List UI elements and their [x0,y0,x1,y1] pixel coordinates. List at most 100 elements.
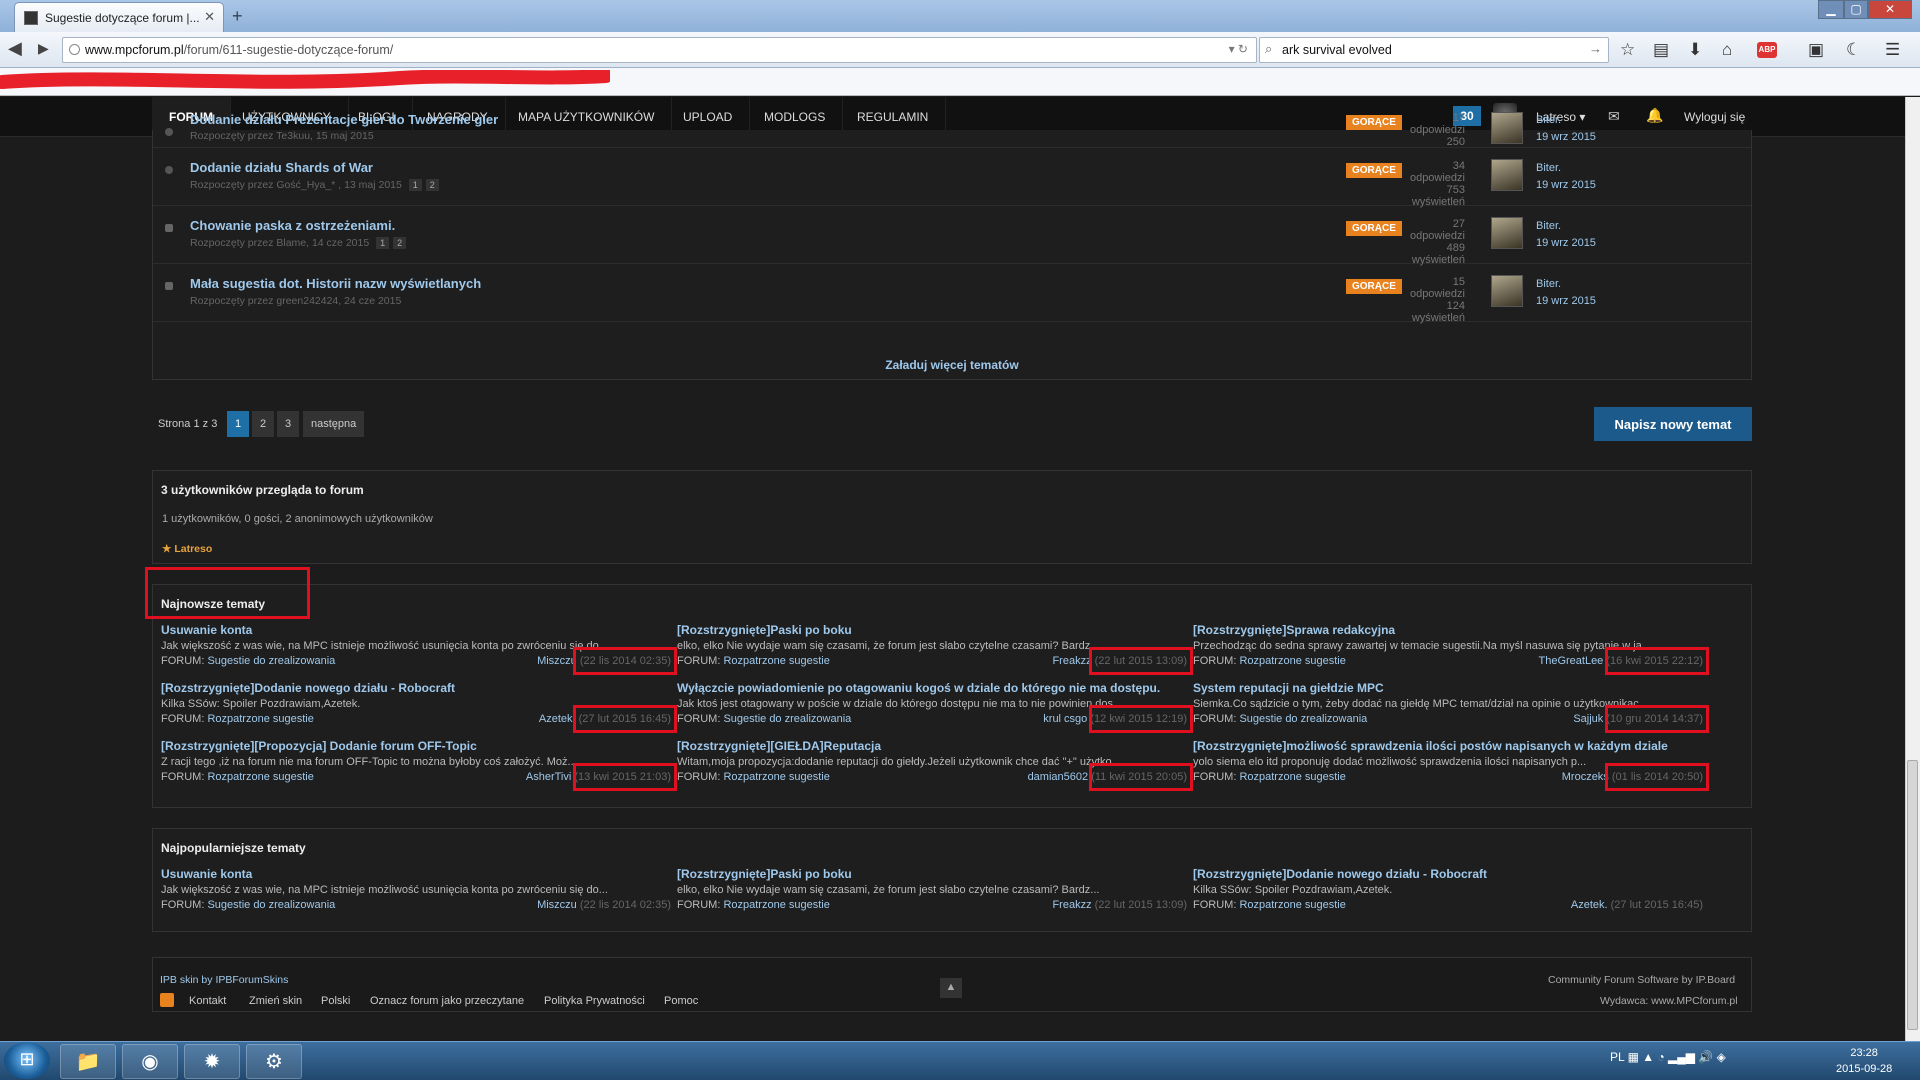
download-icon[interactable]: ⬇ [1688,40,1702,60]
topic-row[interactable]: Dodanie działu Shards of War Rozpoczęty … [153,148,1751,208]
page-link[interactable]: 2 [425,179,439,191]
rss-icon[interactable] [160,993,174,1007]
topic-preview[interactable]: [Rozstrzygnięte][GIEŁDA]Reputacja Witam,m… [677,739,1193,791]
url-bar[interactable]: www.mpcforum.pl/forum/611-sugestie-dotyc… [62,37,1257,63]
adblock-icon[interactable]: ABP [1757,42,1777,58]
last-poster-avatar[interactable] [1491,217,1523,249]
topic-row[interactable]: Mała sugestia dot. Historii nazw wyświet… [153,264,1751,324]
firefox-icon[interactable]: ◉ [122,1044,178,1079]
clock[interactable]: 23:28 2015-09-28 [1836,1045,1892,1077]
topic-preview-title[interactable]: [Rozstrzygnięte]Paski po boku [677,867,1187,881]
tab-close-icon[interactable]: ✕ [204,9,215,25]
search-bar[interactable]: ⌕ ark survival evolved → [1259,37,1609,63]
author-link[interactable]: Miszczu [537,655,577,667]
forum-link[interactable]: Sugestie do zrealizowania [207,899,335,911]
topic-preview-title[interactable]: [Rozstrzygnięte]Dodanie nowego działu - … [1193,867,1703,881]
footer-link-change-skin[interactable]: Zmień skin [249,995,302,1007]
last-post-date[interactable]: 19 wrz 2015 [1536,131,1596,143]
reload-icon[interactable]: ▾ ↻ [1229,42,1248,56]
next-page-button[interactable]: następna [303,411,365,437]
topic-preview[interactable]: [Rozstrzygnięte]Dodanie nowego działu - … [1193,867,1703,913]
system-tray[interactable]: PL ▦ ▲ ◔ ▂▄▆ 🔊 ◈ [1610,1050,1726,1064]
topic-preview-title[interactable]: [Rozstrzygnięte]Dodanie nowego działu - … [161,681,671,695]
page-link[interactable]: 2 [393,237,407,249]
topic-preview[interactable]: Wyłączcie powiadomienie po otagowaniu ko… [677,681,1193,733]
maximize-button[interactable]: ▢ [1844,0,1868,19]
last-poster-avatar[interactable] [1491,112,1523,144]
forum-link[interactable]: Sugestie do zrealizowania [723,713,851,725]
topic-preview-title[interactable]: Usuwanie konta [161,867,671,881]
last-poster-avatar[interactable] [1491,159,1523,191]
online-user-link[interactable]: ★ Latreso [162,543,212,555]
start-button[interactable]: ⊞ [4,1042,50,1079]
steam-icon[interactable]: ⚙ [246,1044,302,1079]
author-link[interactable]: Freakzz [1052,655,1091,667]
new-tab-button[interactable]: + [232,6,243,27]
last-poster[interactable]: Biter. [1536,162,1561,174]
topic-preview-title[interactable]: Wyłączcie powiadomienie po otagowaniu ko… [677,681,1187,695]
author-link[interactable]: TheGreatLee [1538,655,1603,667]
page-link[interactable]: 1 [408,179,422,191]
moon-icon[interactable]: ☾ [1846,40,1861,60]
topic-preview-title[interactable]: Usuwanie konta [161,623,671,637]
menu-icon[interactable]: ☰ [1885,40,1900,60]
topic-preview[interactable]: [Rozstrzygnięte]możliwość sprawdzenia il… [1193,739,1709,791]
footer-link-help[interactable]: Pomoc [664,995,698,1007]
forward-icon[interactable]: ▶ [38,40,49,57]
forum-link[interactable]: Rozpatrzone sugestie [723,899,829,911]
topic-preview-title[interactable]: [Rozstrzygnięte]Sprawa redakcyjna [1193,623,1703,637]
topic-preview-title[interactable]: System reputacji na giełdzie MPC [1193,681,1703,695]
load-more-topics-button[interactable]: Załaduj więcej tematów [152,348,1752,380]
topic-preview-title[interactable]: [Rozstrzygnięte][GIEŁDA]Reputacja [677,739,1187,753]
search-input[interactable]: ark survival evolved [1282,43,1392,57]
author-link[interactable]: Azetek. [539,713,576,725]
forum-link[interactable]: Rozpatrzone sugestie [1239,899,1345,911]
last-post-date[interactable]: 19 wrz 2015 [1536,295,1596,307]
topic-preview[interactable]: [Rozstrzygnięte]Paski po boku elko, elko … [677,623,1193,675]
topic-preview[interactable]: Usuwanie konta Jak większość z was wie, n… [161,623,677,675]
last-post-date[interactable]: 19 wrz 2015 [1536,237,1596,249]
last-poster[interactable]: Biter. [1536,114,1561,126]
author-link[interactable]: Freakzz [1052,899,1091,911]
author-link[interactable]: damian5602 [1028,771,1089,783]
language-indicator[interactable]: PL [1610,1050,1624,1064]
page-button-2[interactable]: 2 [252,411,274,437]
forum-link[interactable]: Sugestie do zrealizowania [207,655,335,667]
forum-link[interactable]: Sugestie do zrealizowania [1239,713,1367,725]
forum-link[interactable]: Rozpatrzone sugestie [1239,655,1345,667]
author-link[interactable]: Sajjuk [1573,713,1603,725]
back-icon[interactable]: ◀ [8,38,22,59]
forum-link[interactable]: Rozpatrzone sugestie [723,771,829,783]
close-window-button[interactable]: ✕ [1868,0,1912,19]
footer-link-privacy[interactable]: Polityka Prywatności [544,995,645,1007]
topic-preview-title[interactable]: [Rozstrzygnięte]Paski po boku [677,623,1187,637]
footer-link-language[interactable]: Polski [321,995,350,1007]
topic-preview[interactable]: [Rozstrzygnięte][Propozycja] Dodanie for… [161,739,677,791]
author-link[interactable]: Mroczeks [1562,771,1609,783]
extension-icon[interactable]: ▣ [1808,40,1824,60]
new-topic-button[interactable]: Napisz nowy temat [1594,407,1752,441]
scrollbar-thumb[interactable] [1907,760,1918,1030]
forum-link[interactable]: Rozpatrzone sugestie [207,713,313,725]
footer-link-mark-read[interactable]: Oznacz forum jako przeczytane [370,995,524,1007]
author-link[interactable]: Azetek. [1571,899,1608,911]
home-icon[interactable]: ⌂ [1722,40,1732,60]
topic-preview[interactable]: Usuwanie konta Jak większość z was wie, n… [161,867,671,913]
author-link[interactable]: Miszczu [537,899,577,911]
minimize-button[interactable]: ▁ [1818,0,1844,19]
topic-row[interactable]: Chowanie paska z ostrzeżeniami. Rozpoczę… [153,206,1751,266]
author-link[interactable]: krul csgo [1043,713,1087,725]
author-link[interactable]: AsherTivi [526,771,571,783]
topic-title[interactable]: Mała sugestia dot. Historii nazw wyświet… [190,276,481,291]
topic-preview[interactable]: [Rozstrzygnięte]Paski po boku elko, elko … [677,867,1187,913]
skin-credit-link[interactable]: IPB skin by IPBForumSkins [160,974,288,986]
software-credit[interactable]: Community Forum Software by IP.Board [1548,974,1735,986]
topic-title[interactable]: Dodanie działu Shards of War [190,160,373,175]
topic-preview-title[interactable]: [Rozstrzygnięte][Propozycja] Dodanie for… [161,739,671,753]
topic-preview[interactable]: System reputacji na giełdzie MPC Siemka.C… [1193,681,1709,733]
topic-preview[interactable]: [Rozstrzygnięte]Sprawa redakcyjna Przecho… [1193,623,1709,675]
topic-row[interactable]: Dodanie działu Prezentacje gier do Tworz… [153,112,1751,148]
forum-link[interactable]: Rozpatrzone sugestie [207,771,313,783]
last-poster-avatar[interactable] [1491,275,1523,307]
topic-preview-title[interactable]: [Rozstrzygnięte]możliwość sprawdzenia il… [1193,739,1703,753]
